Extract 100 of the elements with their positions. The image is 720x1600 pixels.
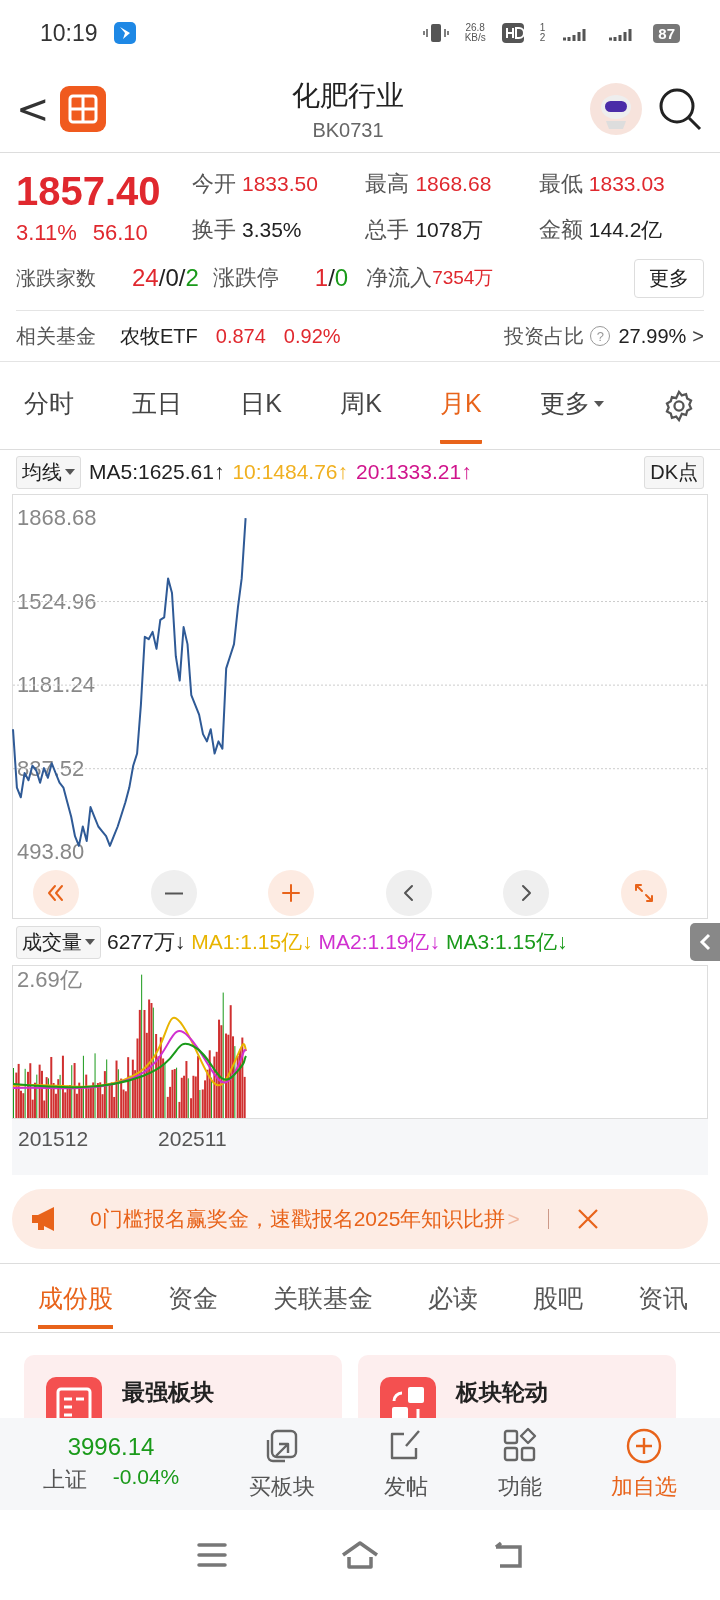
chart-control-button[interactable]	[33, 870, 79, 916]
ma-value: 10:1484.76↑	[232, 460, 349, 484]
change-percent: 3.11%	[16, 220, 77, 246]
axis-label: 1181.24	[17, 673, 95, 698]
chart-control-button[interactable]	[620, 870, 667, 916]
card-title: 最强板块	[122, 1378, 214, 1407]
period-tab[interactable]: 分时	[24, 367, 74, 444]
separator: /	[178, 264, 186, 292]
chart-control-button[interactable]	[268, 870, 315, 916]
section-tab[interactable]: 股吧	[533, 1267, 583, 1329]
stat-value: 144.2亿	[588, 216, 663, 243]
fund-change: 0.92%	[283, 324, 341, 348]
toolbar-button[interactable]: 功能	[497, 1426, 542, 1502]
stat-value: 1833.50	[242, 172, 318, 196]
stat-label: 换手	[192, 215, 236, 244]
axis-label: 1524.96	[17, 589, 97, 614]
volume-selector[interactable]: 成交量	[16, 925, 101, 959]
chevron: >	[692, 324, 704, 348]
separator: /	[328, 264, 335, 292]
collapse-button[interactable]	[690, 923, 720, 961]
period-tab[interactable]: 五日	[132, 367, 183, 444]
separator: /	[158, 264, 166, 292]
ma-value: MA5:1625.61↑	[89, 460, 225, 484]
chart-control-button[interactable]	[150, 870, 197, 916]
clock-time: 10:19	[40, 19, 98, 47]
battery-level: 87	[653, 23, 680, 43]
chart-control-button[interactable]	[385, 870, 432, 916]
feature-card[interactable]: 板块轮动	[358, 1355, 676, 1418]
feature-card[interactable]: 最强板块	[24, 1355, 342, 1418]
dk-points-button[interactable]: DK点	[644, 455, 704, 489]
ma-selector[interactable]: 均线	[16, 455, 81, 489]
investment-ratio-label: 投资占比	[504, 323, 585, 349]
limit-down-count: 0	[334, 264, 349, 292]
change-amount: 56.10	[92, 220, 148, 246]
back-button[interactable]: <	[16, 86, 46, 132]
stat-label: 今开	[192, 170, 236, 198]
section-tab[interactable]: 资金	[168, 1267, 218, 1329]
axis-label: 2.69亿	[17, 968, 82, 992]
network-speed-unit: KB/s	[464, 33, 486, 43]
stat-value: 3.35%	[242, 217, 302, 242]
card-title: 板块轮动	[456, 1378, 548, 1407]
index-change: -0.04%	[112, 1465, 180, 1490]
sector-code: BK0731	[312, 118, 384, 142]
fund-name: 农牧ETF	[120, 323, 198, 349]
network-speed: 26.8	[464, 23, 486, 33]
section-tab[interactable]: 必读	[428, 1267, 478, 1329]
sim-number: 2	[539, 33, 546, 43]
advancers-count: 24	[132, 264, 159, 292]
sim-number: 1	[539, 23, 546, 33]
net-inflow-value: 7354万	[432, 266, 494, 290]
limit-up-count: 1	[314, 264, 329, 292]
close-button[interactable]	[576, 1208, 599, 1230]
more-button[interactable]: 更多	[634, 258, 704, 298]
back-icon[interactable]	[492, 1541, 524, 1569]
stat-label: 金额	[538, 215, 583, 244]
index-value: 3996.14	[67, 1433, 155, 1461]
close-icon	[576, 1208, 599, 1230]
period-tab[interactable]: 周K	[340, 367, 382, 444]
ma-value: 20:1333.21↑	[356, 460, 472, 484]
unchanged-count: 0	[165, 264, 179, 292]
toolbar-button[interactable]: 买板块	[248, 1426, 315, 1502]
page-title: 化肥行业	[292, 78, 404, 113]
robot-assistant-icon[interactable]	[590, 83, 642, 135]
chevron: >	[507, 1207, 520, 1231]
stat-label: 总手	[365, 215, 410, 244]
date-label: 202511	[158, 1127, 227, 1151]
stat-value: 1078万	[415, 216, 484, 243]
stat-label: 最高	[365, 170, 410, 198]
app-logo-icon	[60, 86, 106, 132]
breadth-label: 涨跌家数	[16, 265, 96, 291]
toolbar-button[interactable]: 发帖	[384, 1426, 429, 1502]
home-icon[interactable]	[340, 1540, 380, 1570]
fund-price: 0.874	[215, 324, 266, 348]
period-tab[interactable]: 更多	[539, 367, 604, 444]
chart-control-button[interactable]	[503, 870, 550, 916]
section-tab[interactable]: 资讯	[638, 1267, 688, 1329]
axis-label: 1868.68	[17, 505, 97, 530]
axis-label: 493.80	[17, 840, 85, 865]
vibrate-icon	[422, 22, 449, 44]
app-notification-icon	[113, 22, 136, 44]
net-inflow-label: 净流入	[366, 264, 433, 292]
menu-icon[interactable]	[196, 1542, 228, 1568]
volume-value: MA1:1.15亿↓	[191, 929, 313, 955]
investment-ratio: 27.99%	[618, 324, 687, 348]
volume-value: 6277万↓	[107, 929, 186, 955]
index-name: 上证	[42, 1466, 87, 1494]
section-tab[interactable]: 关联基金	[273, 1267, 373, 1329]
stat-value: 1868.68	[415, 172, 492, 196]
hd-icon	[501, 23, 524, 43]
fund-label: 相关基金	[16, 323, 96, 349]
last-price: 1857.40	[16, 169, 162, 214]
stat-label: 最低	[538, 170, 583, 198]
volume-value: MA2:1.19亿↓	[318, 929, 440, 955]
limit-label: 涨跌停	[212, 264, 279, 292]
volume-value: MA3:1.15亿↓	[446, 929, 568, 955]
date-label: 201512	[18, 1127, 89, 1151]
period-tab[interactable]: 日K	[240, 367, 282, 444]
stat-value: 1833.03	[588, 172, 665, 196]
banner-text: 0门槛报名赢奖金，速戳报名2025年知识比拼	[90, 1206, 506, 1232]
decliners-count: 2	[185, 264, 199, 292]
